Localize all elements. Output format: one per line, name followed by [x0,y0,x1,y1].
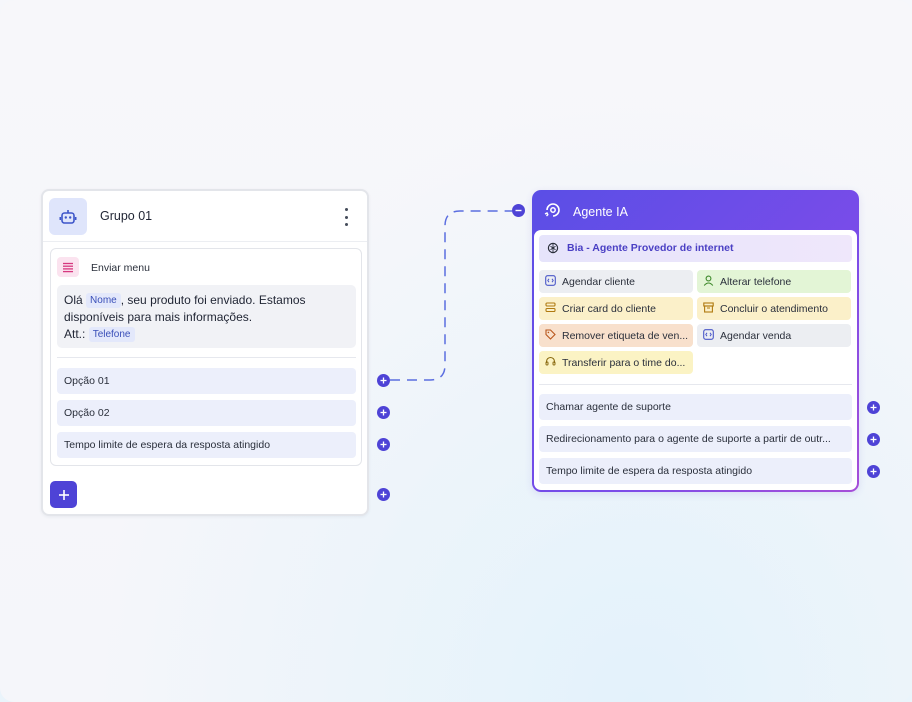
att-label: Att.: [64,327,86,341]
menu-option[interactable]: Opção 01 [57,368,356,394]
code-square-icon [545,275,556,286]
agent-profile-label: Bia - Agente Provedor de internet [567,242,734,254]
tool-label: Alterar telefone [720,276,792,288]
tool-chip[interactable]: Criar card do cliente [539,297,693,320]
tool-chip[interactable]: Agendar cliente [539,270,693,293]
message-part1: Olá [64,293,83,307]
code-square-icon [703,329,714,340]
menu-option[interactable]: Opção 02 [57,400,356,426]
connector-plus-icon[interactable] [377,488,390,501]
connector-plus-icon[interactable] [867,465,880,478]
tool-chip[interactable]: Transferir para o time do... [539,351,693,374]
agent-title: Agente IA [573,205,628,219]
agent-option[interactable]: Redirecionamento para o agente de suport… [539,426,852,452]
openai-icon [547,242,559,254]
tool-chip[interactable]: Agendar venda [697,324,851,347]
bot-icon [49,198,87,235]
more-options-icon[interactable] [341,208,351,226]
agent-option[interactable]: Tempo limite de espera da resposta ating… [539,458,852,484]
send-menu-label: Enviar menu [91,262,150,274]
ai-agent-icon [543,201,563,219]
agent-card[interactable]: Agente IA Bia - Agente Provedor de inter… [532,190,859,492]
group-header: Grupo 01 [43,191,367,242]
message-text[interactable]: Olá Nome, seu produto foi enviado. Estam… [57,285,356,348]
menu-option[interactable]: Tempo limite de espera da resposta ating… [57,432,356,458]
connector-minus-icon[interactable] [512,204,525,217]
connector-plus-icon[interactable] [867,433,880,446]
connector-plus-icon[interactable] [377,438,390,451]
variable-tag-name[interactable]: Nome [86,293,121,308]
tool-label: Remover etiqueta de ven... [562,330,689,342]
archive-icon [703,302,714,313]
plus-icon [58,489,69,500]
tag-icon [545,329,556,340]
agent-option[interactable]: Chamar agente de suporte [539,394,852,420]
tool-label: Concluir o atendimento [720,303,828,315]
headset-icon [545,356,556,367]
tool-label: Agendar venda [720,330,792,342]
variable-tag-phone[interactable]: Telefone [88,327,135,342]
user-icon [703,275,714,286]
agent-body: Bia - Agente Provedor de internet Agenda… [534,230,857,490]
divider [57,357,356,358]
add-block-button[interactable] [50,481,77,508]
tool-label: Criar card do cliente [562,303,656,315]
menu-list-icon [57,257,79,277]
group-card[interactable]: Grupo 01 Enviar menu Olá Nome, seu produ… [41,189,369,516]
tool-chip[interactable]: Alterar telefone [697,270,851,293]
tool-label: Transferir para o time do... [562,357,686,369]
agent-profile-bar[interactable]: Bia - Agente Provedor de internet [539,235,852,262]
tool-chip[interactable]: Remover etiqueta de ven... [539,324,693,347]
divider [539,384,852,385]
tool-chip[interactable]: Concluir o atendimento [697,297,851,320]
send-menu-block[interactable]: Enviar menu Olá Nome, seu produto foi en… [50,248,362,466]
agent-header: Agente IA [532,190,859,230]
connector-plus-icon[interactable] [377,406,390,419]
group-title: Grupo 01 [100,209,153,223]
connector-plus-icon[interactable] [377,374,390,387]
connector-plus-icon[interactable] [867,401,880,414]
stack-icon [545,302,556,313]
tool-label: Agendar cliente [562,276,635,288]
